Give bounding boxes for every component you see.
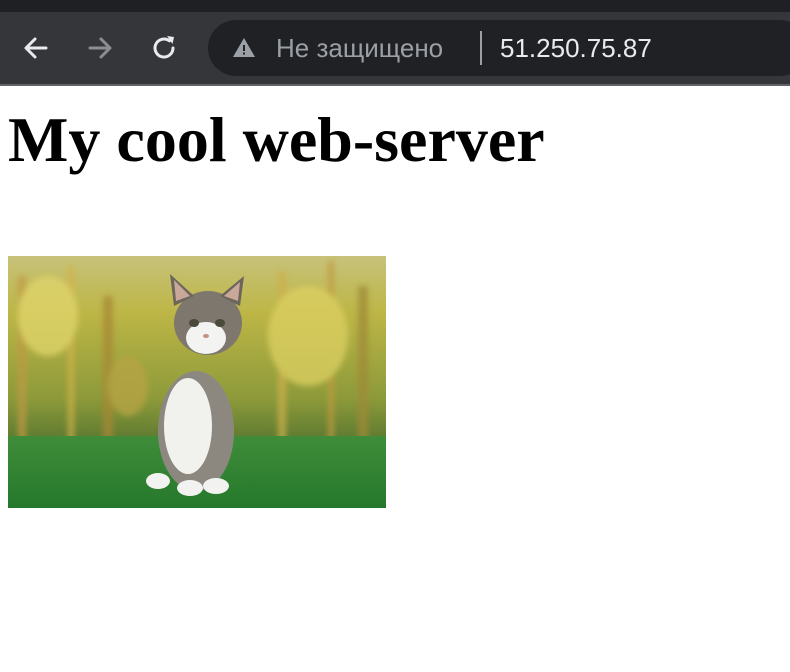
toolbar-border — [0, 84, 790, 86]
window-top-bar — [0, 0, 790, 12]
forward-button[interactable] — [80, 32, 120, 64]
address-bar[interactable]: Не защищено 51.250.75.87 — [208, 20, 790, 76]
page-heading: My cool web-server — [8, 104, 545, 175]
forward-arrow-icon — [88, 37, 112, 59]
browser-toolbar: Не защищено 51.250.75.87 — [0, 12, 790, 84]
back-arrow-icon — [24, 37, 48, 59]
security-status-label[interactable]: Не защищено — [276, 32, 443, 64]
url-text[interactable]: 51.250.75.87 — [500, 32, 652, 64]
reload-button[interactable] — [144, 32, 184, 64]
kitten-image — [8, 256, 386, 508]
omnibox-divider — [480, 31, 482, 65]
reload-icon — [153, 36, 175, 59]
warning-icon[interactable] — [232, 36, 256, 60]
back-button[interactable] — [16, 32, 56, 64]
